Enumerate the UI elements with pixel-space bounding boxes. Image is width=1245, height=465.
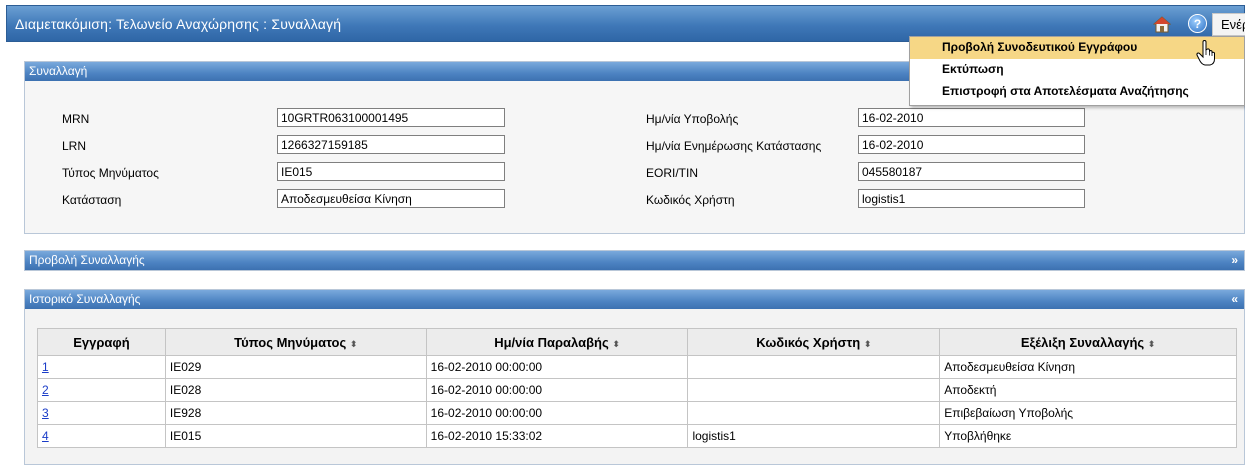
lrn-field[interactable]: 1266327159185 [277, 135, 505, 154]
user-code-field[interactable]: logistis1 [858, 189, 1085, 208]
label-mrn: MRN [62, 112, 90, 126]
home-icon[interactable] [1153, 15, 1171, 33]
window-title: Διαμετακόμιση: Τελωνείο Αναχώρησης : Συν… [15, 16, 342, 32]
expand-toggle-icon[interactable]: » [1231, 253, 1238, 267]
column-header-receipt-date[interactable]: Ημ/νία Παραλαβής ⬍ [425, 328, 689, 356]
menu-item-back-to-search-results[interactable]: Επιστροφή στα Αποτελέσματα Αναζήτησης [910, 81, 1244, 103]
help-icon[interactable]: ? [1188, 14, 1207, 33]
eori-tin-field[interactable]: 045580187 [858, 162, 1085, 181]
cell-receipt-date: 16-02-2010 15:33:02 [425, 424, 689, 448]
status-field[interactable]: Αποδεσμευθείσα Κίνηση [277, 189, 505, 208]
submission-date-field[interactable]: 16-02-2010 [858, 108, 1085, 127]
cell-entry: 4 [37, 424, 166, 448]
mrn-field[interactable]: 10GRTR063100001495 [277, 108, 505, 127]
cell-message-type: IE015 [164, 424, 427, 448]
label-status: Κατάσταση [62, 193, 122, 207]
history-panel-header: Ιστορικό Συναλλαγής « [25, 290, 1244, 309]
table-row: 2 IE028 16-02-2010 00:00:00 Αποδεκτή [37, 378, 1237, 402]
entry-link[interactable]: 1 [42, 360, 49, 374]
label-lrn: LRN [62, 139, 87, 153]
cell-progress: Επιβεβαίωση Υποβολής [939, 401, 1237, 425]
history-panel: Ιστορικό Συναλλαγής « Εγγραφή Τύπος Μηνύ… [24, 289, 1245, 465]
menu-item-print[interactable]: Εκτύπωση [910, 59, 1244, 81]
history-panel-title: Ιστορικό Συναλλαγής [29, 292, 141, 306]
cell-receipt-date: 16-02-2010 00:00:00 [425, 378, 689, 402]
status-update-date-field[interactable]: 16-02-2010 [858, 135, 1085, 154]
transaction-panel-title: Συναλλαγή [29, 64, 88, 78]
label-eori-tin: EORI/TIN [646, 166, 699, 180]
entry-link[interactable]: 3 [42, 406, 49, 420]
history-table: Εγγραφή Τύπος Μηνύματος ⬍ Ημ/νία Παραλαβ… [37, 328, 1237, 448]
entry-link[interactable]: 4 [42, 429, 49, 443]
cell-entry: 3 [37, 401, 166, 425]
table-header-row: Εγγραφή Τύπος Μηνύματος ⬍ Ημ/νία Παραλαβ… [37, 328, 1237, 356]
cell-progress: Υποβλήθηκε [939, 424, 1237, 448]
view-transaction-panel: Προβολή Συναλλαγής » [24, 250, 1245, 271]
table-row: 3 IE928 16-02-2010 00:00:00 Επιβεβαίωση … [37, 401, 1237, 425]
column-header-entry: Εγγραφή [37, 328, 166, 356]
cell-user-code [687, 401, 941, 425]
cell-message-type: IE928 [164, 401, 427, 425]
cell-user-code: logistis1 [687, 424, 941, 448]
column-header-progress[interactable]: Εξέλιξη Συναλλαγής ⬍ [939, 328, 1237, 356]
view-transaction-panel-header[interactable]: Προβολή Συναλλαγής » [25, 251, 1244, 270]
view-transaction-panel-title: Προβολή Συναλλαγής [29, 253, 145, 267]
column-header-user-code[interactable]: Κωδικός Χρήστη ⬍ [687, 328, 941, 356]
message-type-field[interactable]: IE015 [277, 162, 505, 181]
label-status-update-date: Ημ/νία Ενημέρωσης Κατάστασης [646, 139, 822, 153]
cell-entry: 2 [37, 378, 166, 402]
cell-receipt-date: 16-02-2010 00:00:00 [425, 401, 689, 425]
cell-message-type: IE028 [164, 378, 427, 402]
cell-user-code [687, 378, 941, 402]
actions-menu-button[interactable]: Ενέργειες [1212, 13, 1245, 36]
cell-entry: 1 [37, 355, 166, 379]
label-message-type: Τύπος Μηνύματος [62, 166, 159, 180]
table-row: 1 IE029 16-02-2010 00:00:00 Αποδεσμευθεί… [37, 355, 1237, 379]
entry-link[interactable]: 2 [42, 383, 49, 397]
sort-icon[interactable]: ⬍ [864, 339, 872, 349]
cell-receipt-date: 16-02-2010 00:00:00 [425, 355, 689, 379]
cell-user-code [687, 355, 941, 379]
cell-message-type: IE029 [164, 355, 427, 379]
column-header-message-type[interactable]: Τύπος Μηνύματος ⬍ [164, 328, 427, 356]
cell-progress: Αποδεκτή [939, 378, 1237, 402]
sort-icon[interactable]: ⬍ [1148, 339, 1156, 349]
hand-cursor-icon [1196, 40, 1215, 66]
label-submission-date: Ημ/νία Υποβολής [646, 112, 739, 126]
cell-progress: Αποδεσμευθείσα Κίνηση [939, 355, 1237, 379]
sort-icon[interactable]: ⬍ [350, 339, 358, 349]
sort-icon[interactable]: ⬍ [612, 339, 620, 349]
label-user-code: Κωδικός Χρήστη [646, 193, 735, 207]
menu-item-view-accompanying-document[interactable]: Προβολή Συνοδευτικού Εγγράφου [910, 37, 1244, 59]
collapse-toggle-icon[interactable]: « [1231, 292, 1238, 306]
table-row: 4 IE015 16-02-2010 15:33:02 logistis1 Υπ… [37, 424, 1237, 448]
